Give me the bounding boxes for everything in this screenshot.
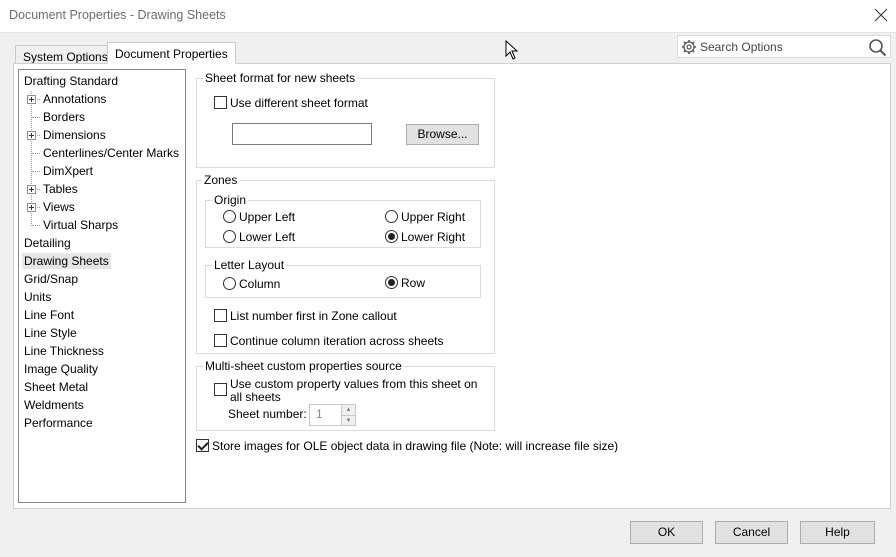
- browse-button[interactable]: Browse...: [406, 124, 479, 145]
- expand-icon[interactable]: [27, 131, 36, 140]
- sheet-number-spinner[interactable]: 1 ▲ ▼: [309, 404, 356, 426]
- tree-item-weldments[interactable]: Weldments: [24, 397, 84, 413]
- search-options-box[interactable]: Search Options: [677, 35, 891, 58]
- tree-item-image-quality[interactable]: Image Quality: [24, 361, 98, 377]
- expand-icon[interactable]: [27, 95, 36, 104]
- row-radio[interactable]: [385, 276, 398, 289]
- origin-legend: Origin: [212, 193, 249, 207]
- tree-connector: [32, 153, 40, 154]
- mouse-cursor-icon: [505, 40, 519, 60]
- tree-item-detailing[interactable]: Detailing: [24, 235, 71, 251]
- tree-item-sheet-metal[interactable]: Sheet Metal: [24, 379, 88, 395]
- close-icon[interactable]: [872, 6, 890, 24]
- upper-right-radio[interactable]: [385, 210, 398, 223]
- upper-left-label: Upper Left: [239, 210, 296, 224]
- store-images-label: Store images for OLE object data in draw…: [212, 439, 619, 453]
- tree-connector: [32, 117, 40, 118]
- upper-right-label: Upper Right: [401, 210, 466, 224]
- use-custom-properties-checkbox[interactable]: [214, 383, 227, 396]
- zones-legend: Zones: [202, 173, 240, 187]
- tree-item-drafting-standard[interactable]: Drafting Standard: [24, 73, 118, 89]
- search-icon[interactable]: [868, 38, 887, 57]
- spin-up-icon[interactable]: ▲: [341, 405, 355, 415]
- tree-item-tables[interactable]: Tables: [43, 181, 78, 197]
- tree-item-virtual-sharps[interactable]: Virtual Sharps: [43, 217, 118, 233]
- list-number-first-label: List number first in Zone callout: [230, 309, 397, 323]
- continue-column-label: Continue column iteration across sheets: [230, 334, 444, 348]
- tab-document-properties[interactable]: Document Properties: [107, 42, 236, 64]
- lower-left-radio[interactable]: [223, 230, 236, 243]
- list-number-first-checkbox[interactable]: [214, 309, 227, 322]
- tree-item-borders[interactable]: Borders: [43, 109, 85, 125]
- tree-connector: [32, 171, 40, 172]
- letter-layout-legend: Letter Layout: [212, 258, 287, 272]
- store-images-checkbox[interactable]: [196, 439, 209, 452]
- tree-item-line-thickness[interactable]: Line Thickness: [24, 343, 104, 359]
- upper-left-radio[interactable]: [223, 210, 236, 223]
- tree-item-drawing-sheets[interactable]: Drawing Sheets: [22, 253, 111, 269]
- sheet-format-path-field[interactable]: [232, 123, 372, 145]
- tree-item-line-style[interactable]: Line Style: [24, 325, 77, 341]
- tree-item-dimxpert[interactable]: DimXpert: [43, 163, 93, 179]
- tab-system-options[interactable]: System Options: [15, 45, 116, 65]
- tree-item-dimensions[interactable]: Dimensions: [43, 127, 106, 143]
- lower-right-radio[interactable]: [385, 230, 398, 243]
- sheet-number-value[interactable]: 1: [316, 407, 323, 421]
- tree-item-views[interactable]: Views: [43, 199, 75, 215]
- window-title: Document Properties - Drawing Sheets: [9, 8, 226, 22]
- column-radio[interactable]: [223, 277, 236, 290]
- expand-icon[interactable]: [27, 203, 36, 212]
- sheet-format-legend: Sheet format for new sheets: [203, 71, 358, 85]
- use-different-sheet-format-checkbox[interactable]: [214, 96, 227, 109]
- continue-column-checkbox[interactable]: [214, 334, 227, 347]
- tree-item-line-font[interactable]: Line Font: [24, 307, 74, 323]
- tree-connector: [32, 225, 40, 226]
- use-custom-properties-label-line1: Use custom property values from this she…: [230, 377, 478, 391]
- tree-item-annotations[interactable]: Annotations: [43, 91, 106, 107]
- lower-left-label: Lower Left: [239, 230, 296, 244]
- sheet-number-label: Sheet number:: [228, 407, 307, 421]
- tree-item-grid-snap[interactable]: Grid/Snap: [24, 271, 78, 287]
- ok-button[interactable]: OK: [630, 521, 703, 544]
- gear-icon: [682, 40, 696, 54]
- spin-down-icon[interactable]: ▼: [341, 415, 355, 425]
- use-custom-properties-label-line2: all sheets: [230, 390, 281, 404]
- help-button[interactable]: Help: [800, 521, 875, 544]
- search-input[interactable]: Search Options: [700, 40, 783, 54]
- tree-item-units[interactable]: Units: [24, 289, 51, 305]
- use-different-sheet-format-label: Use different sheet format: [230, 96, 368, 110]
- multi-sheet-legend: Multi-sheet custom properties source: [203, 359, 404, 373]
- row-label: Row: [401, 276, 426, 290]
- lower-right-label: Lower Right: [401, 230, 466, 244]
- title-bar: Document Properties - Drawing Sheets: [0, 0, 896, 32]
- tree-item-centerlines[interactable]: Centerlines/Center Marks: [43, 145, 179, 161]
- column-label: Column: [239, 277, 281, 291]
- cancel-button[interactable]: Cancel: [715, 521, 788, 544]
- expand-icon[interactable]: [27, 185, 36, 194]
- tree-item-performance[interactable]: Performance: [24, 415, 93, 431]
